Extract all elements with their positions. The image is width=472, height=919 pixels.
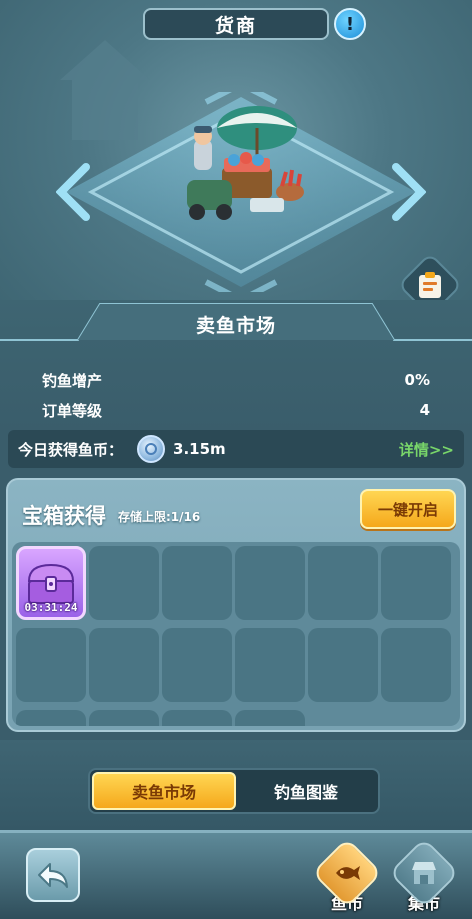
bazaar-icon-frame <box>388 837 460 909</box>
tab-fish-encyclopedia[interactable]: 钓鱼图鉴 <box>236 772 376 810</box>
page-title: 货商 <box>143 8 329 40</box>
tab-fish-market[interactable]: 卖鱼市场 <box>92 772 236 810</box>
daily-coins-value: 3.15m <box>173 440 226 458</box>
stat-label: 钓鱼增产 <box>42 371 103 390</box>
open-all-button[interactable]: 一键开启 <box>360 489 456 529</box>
empty-chest-slot <box>235 710 305 726</box>
empty-chest-slot <box>235 628 305 702</box>
nav-fish-market[interactable]: 鱼市 <box>311 837 383 914</box>
storage-limit: 存储上限:1/16 <box>118 510 201 524</box>
market-name: 卖鱼市场 <box>195 314 276 337</box>
back-button[interactable] <box>26 848 80 902</box>
empty-chest-slot <box>16 710 86 726</box>
chest-grid: 03:31:24 <box>12 542 460 726</box>
empty-chest-slot <box>89 546 159 620</box>
empty-chest-slot <box>308 628 378 702</box>
tab-switcher: 卖鱼市场 钓鱼图鉴 <box>88 768 380 814</box>
back-arrow-icon <box>38 863 68 888</box>
purple-chest-icon <box>27 563 75 604</box>
empty-chest-slot <box>16 628 86 702</box>
chest-timer: 03:31:24 <box>24 601 78 614</box>
empty-chest-slot <box>89 628 159 702</box>
daily-coins-label: 今日获得鱼币： <box>18 440 124 459</box>
exclamation-icon: ! <box>345 13 355 35</box>
fish-market-icon <box>336 866 360 880</box>
chest-panel-title: 宝箱获得 <box>22 504 106 528</box>
empty-chest-slot <box>162 546 232 620</box>
nav-bazaar[interactable]: 集市 <box>388 837 460 914</box>
stat-row-fishing-boost: 钓鱼增产 0% <box>42 367 430 393</box>
empty-chest-slot <box>162 710 232 726</box>
empty-chest-slot <box>308 546 378 620</box>
clipboard-icon <box>419 272 441 298</box>
stat-value: 4 <box>419 401 430 419</box>
stat-row-order-level: 订单等级 4 <box>42 397 430 423</box>
empty-chest-slot <box>162 628 232 702</box>
chest-slot[interactable]: 03:31:24 <box>16 546 86 620</box>
empty-chest-slot <box>381 628 451 702</box>
empty-chest-slot <box>89 710 159 726</box>
empty-chest-slot <box>381 546 451 620</box>
stat-label: 订单等级 <box>42 401 103 420</box>
stat-value: 0% <box>404 371 430 389</box>
empty-chest-slot <box>235 546 305 620</box>
fish-stall-illustration <box>187 106 304 220</box>
info-button[interactable]: ! <box>334 8 366 40</box>
bazaar-stall-icon <box>412 862 436 884</box>
details-link[interactable]: 详情>> <box>399 439 454 460</box>
chest-panel: 宝箱获得 存储上限:1/16 一键开启 03:31:24 <box>6 478 466 732</box>
fish-coin-icon <box>137 435 166 463</box>
fish-market-icon-frame <box>311 837 383 909</box>
daily-coins-row: 今日获得鱼币： 3.15m 详情>> <box>8 430 464 468</box>
